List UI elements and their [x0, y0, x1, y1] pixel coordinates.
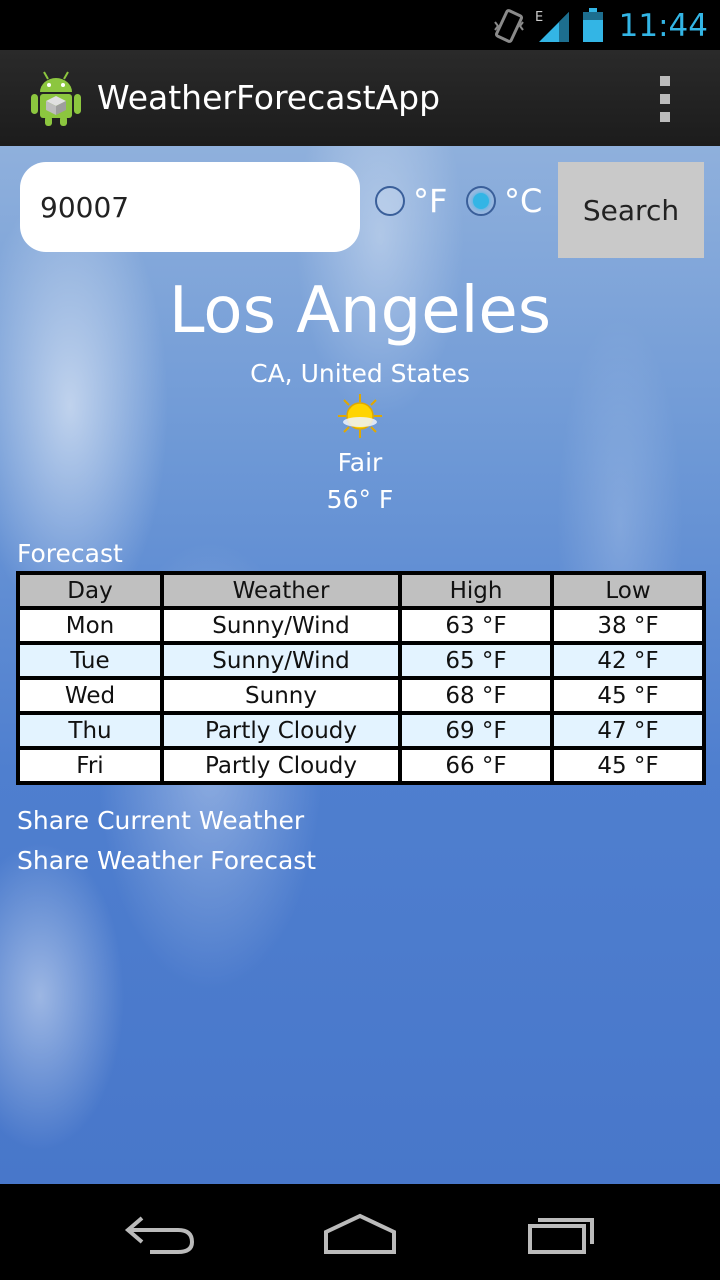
unit-f-label: °F: [413, 182, 448, 220]
cell-day: Thu: [18, 713, 162, 748]
forecast-label: Forecast: [17, 539, 123, 568]
header-high: High: [400, 573, 552, 608]
cell-day: Tue: [18, 643, 162, 678]
table-row: Tue Sunny/Wind 65 °F 42 °F: [18, 643, 704, 678]
cell-low: 47 °F: [552, 713, 704, 748]
cell-day: Mon: [18, 608, 162, 643]
header-weather: Weather: [162, 573, 400, 608]
current-condition: Fair: [337, 448, 383, 477]
overflow-menu-icon[interactable]: [660, 76, 672, 122]
region-name: CA, United States: [250, 359, 470, 388]
back-icon[interactable]: [120, 1204, 200, 1260]
cell-high: 69 °F: [400, 713, 552, 748]
unit-c-radio[interactable]: °C: [466, 182, 542, 220]
header-day: Day: [18, 573, 162, 608]
share-weather-forecast-link[interactable]: Share Weather Forecast: [17, 846, 316, 875]
forecast-table: Day Weather High Low Mon Sunny/Wind 63 °…: [16, 571, 706, 785]
vibrate-icon: [493, 9, 524, 43]
app-title: WeatherForecastApp: [97, 78, 441, 117]
cell-high: 65 °F: [400, 643, 552, 678]
forecast-header-row: Day Weather High Low: [18, 573, 704, 608]
main-content: °F °C Search Los Angeles CA, United Stat…: [0, 146, 720, 1184]
unit-f-radio[interactable]: °F: [375, 182, 447, 220]
action-bar: WeatherForecastApp: [0, 50, 720, 148]
cell-weather: Sunny: [162, 678, 400, 713]
home-icon[interactable]: [320, 1204, 400, 1260]
cell-weather: Sunny/Wind: [162, 608, 400, 643]
status-bar: E 11:44: [0, 0, 720, 50]
sun-icon: [338, 394, 382, 438]
radio-unchecked-icon: [375, 186, 405, 216]
table-row: Mon Sunny/Wind 63 °F 38 °F: [18, 608, 704, 643]
radio-checked-icon: [466, 186, 496, 216]
status-time: 11:44: [618, 8, 708, 44]
header-low: Low: [552, 573, 704, 608]
cell-low: 38 °F: [552, 608, 704, 643]
cell-weather: Partly Cloudy: [162, 748, 400, 783]
table-row: Fri Partly Cloudy 66 °F 45 °F: [18, 748, 704, 783]
battery-icon: [582, 8, 603, 42]
zip-input[interactable]: [20, 162, 360, 252]
signal-icon: E: [535, 10, 569, 42]
cell-high: 66 °F: [400, 748, 552, 783]
city-name: Los Angeles: [168, 274, 552, 348]
cell-high: 63 °F: [400, 608, 552, 643]
table-row: Thu Partly Cloudy 69 °F 47 °F: [18, 713, 704, 748]
recent-apps-icon[interactable]: [522, 1204, 602, 1260]
cell-day: Fri: [18, 748, 162, 783]
current-temperature: 56° F: [326, 485, 394, 514]
cell-high: 68 °F: [400, 678, 552, 713]
unit-c-label: °C: [504, 182, 543, 220]
navigation-bar: [0, 1184, 720, 1280]
cell-weather: Partly Cloudy: [162, 713, 400, 748]
search-button[interactable]: Search: [558, 162, 704, 258]
share-current-weather-link[interactable]: Share Current Weather: [17, 806, 304, 835]
network-type-label: E: [535, 10, 543, 25]
cell-low: 45 °F: [552, 678, 704, 713]
cell-low: 45 °F: [552, 748, 704, 783]
cell-low: 42 °F: [552, 643, 704, 678]
android-app-icon: [31, 71, 81, 126]
status-icons: E 11:44: [493, 6, 708, 46]
table-row: Wed Sunny 68 °F 45 °F: [18, 678, 704, 713]
cell-weather: Sunny/Wind: [162, 643, 400, 678]
cell-day: Wed: [18, 678, 162, 713]
